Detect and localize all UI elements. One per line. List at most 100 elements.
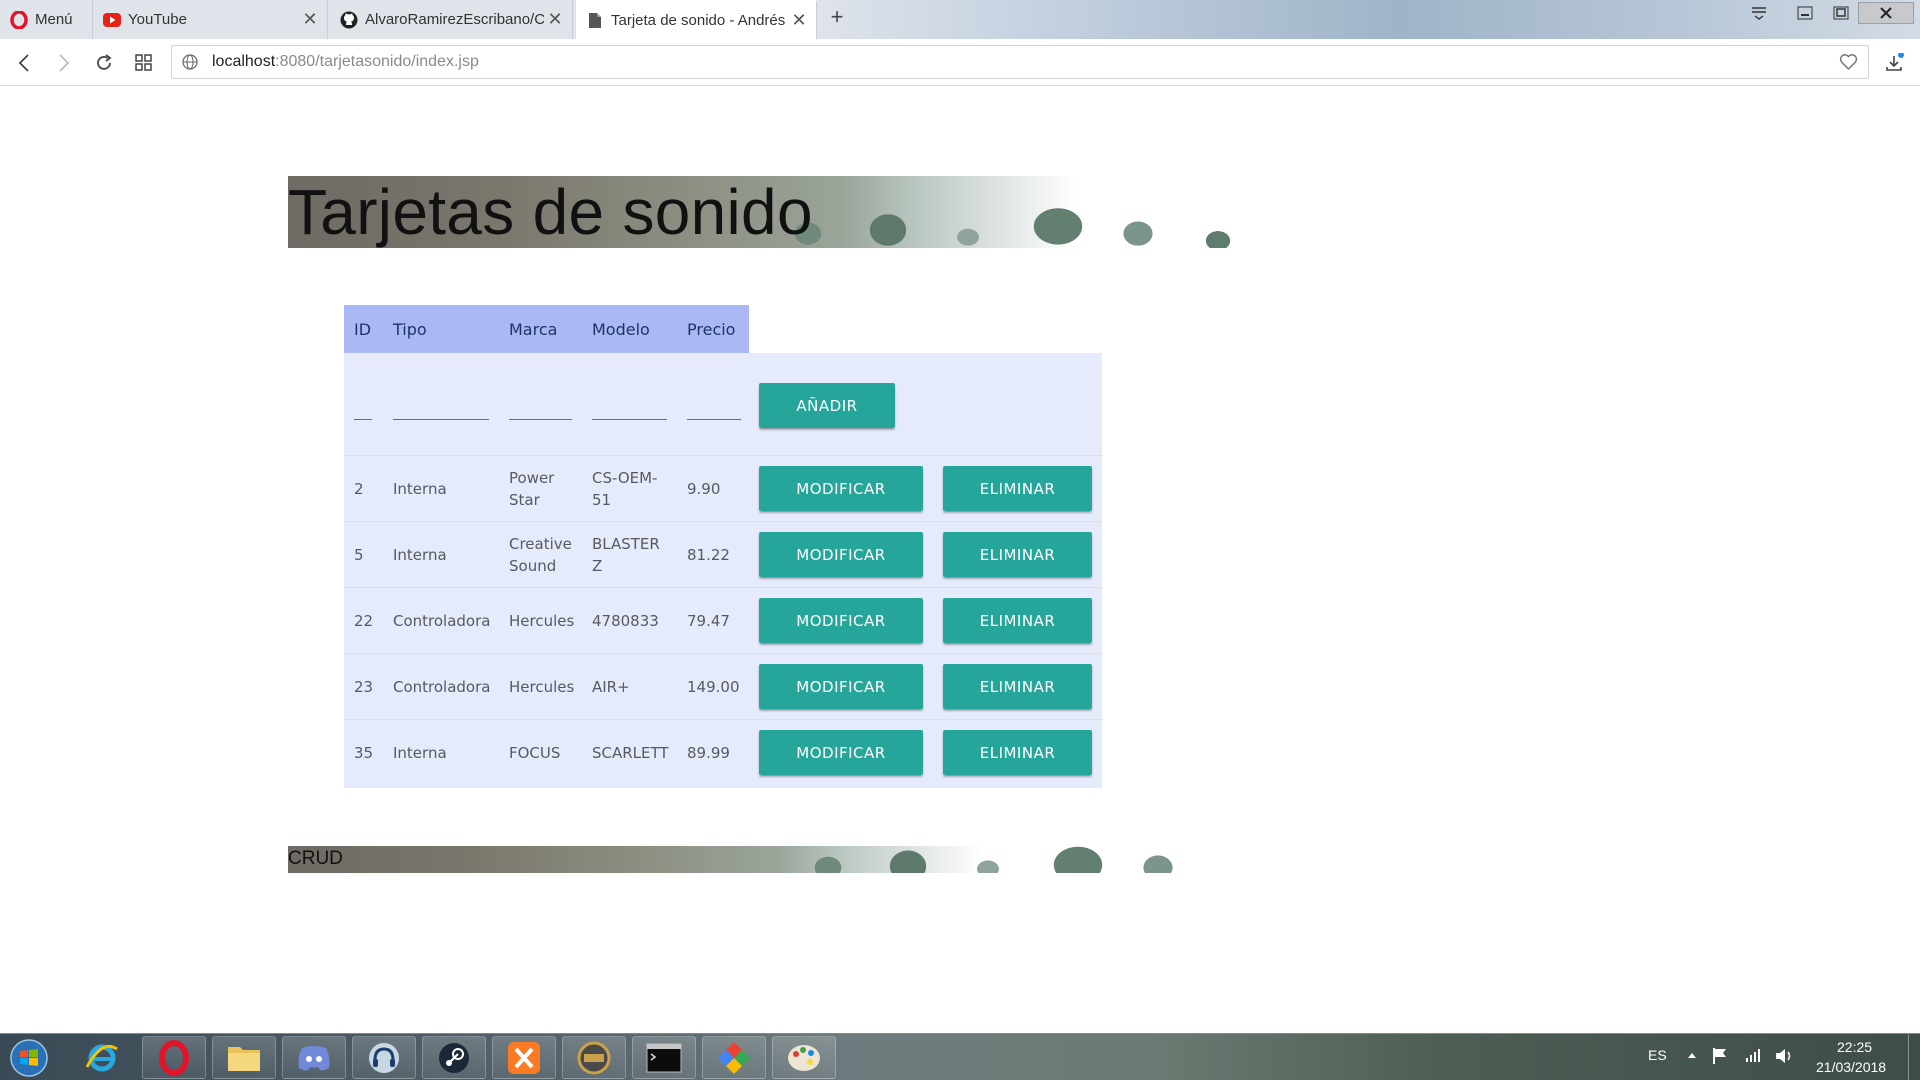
back-button[interactable] — [10, 49, 38, 77]
modify-button[interactable]: MODIFICAR — [759, 532, 923, 577]
speed-dial-icon[interactable] — [130, 49, 158, 77]
tab-title: YouTube — [128, 11, 187, 28]
discord-icon[interactable] — [282, 1036, 346, 1079]
tab-tarjeta-sonido[interactable]: Tarjeta de sonido - Andrés ✕ — [576, 0, 817, 39]
page-title: Tarjetas de sonido — [288, 176, 813, 248]
opera-icon — [10, 10, 28, 29]
cell-tipo: Controladora — [393, 611, 491, 630]
tab-title: Menú — [35, 11, 73, 28]
cell-marca: FOCUS — [509, 744, 561, 762]
delete-button[interactable]: ELIMINAR — [943, 664, 1092, 709]
windows-taskbar: ES 22:25 21/03/2018 — [0, 1033, 1920, 1080]
cell-id: 5 — [354, 545, 364, 564]
cell-tipo: Controladora — [393, 677, 491, 696]
table-row: 35 Interna FOCUS SCARLETT 89.99 MODIFICA… — [344, 720, 1102, 786]
cards-table: ID Tipo Marca Modelo Precio AÑADIR 2 Int… — [344, 305, 1102, 788]
file-explorer-icon[interactable] — [212, 1036, 276, 1079]
header-id: ID — [354, 319, 372, 339]
header-marca: Marca — [509, 319, 558, 339]
cell-id: 2 — [354, 479, 364, 498]
xampp-icon[interactable] — [492, 1036, 556, 1079]
minimize-button[interactable] — [1790, 2, 1820, 24]
cell-modelo: 4780833 — [592, 611, 659, 630]
table-row: 5 Interna Creative Sound BLASTER Z 81.22… — [344, 522, 1102, 587]
precio-input[interactable] — [687, 419, 741, 420]
show-hidden-icons-icon[interactable] — [1686, 1048, 1698, 1066]
forward-button[interactable] — [50, 49, 78, 77]
cell-marca: Power Star — [509, 468, 555, 509]
youtube-icon — [103, 11, 121, 29]
show-desktop-button[interactable] — [1908, 1034, 1920, 1080]
add-button[interactable]: AÑADIR — [759, 383, 895, 428]
github-icon — [340, 11, 358, 29]
url-input[interactable]: localhost:8080/tarjetasonido/index.jsp — [171, 45, 1869, 79]
browser-tab-bar: Menú YouTube ✕ AlvaroRamirezEscribano/C … — [0, 0, 1920, 39]
id-input[interactable] — [354, 419, 372, 420]
internet-explorer-icon[interactable] — [70, 1036, 134, 1079]
cell-precio: 149.00 — [687, 677, 740, 696]
new-tab-button[interactable]: + — [826, 4, 848, 29]
close-window-button[interactable] — [1858, 2, 1914, 24]
delete-button[interactable]: ELIMINAR — [943, 466, 1092, 511]
download-icon[interactable] — [1880, 49, 1908, 77]
windows-start-button[interactable] — [6, 1036, 52, 1079]
table-header: ID Tipo Marca Modelo Precio — [344, 305, 749, 353]
cell-precio: 79.47 — [687, 611, 730, 630]
steam-icon[interactable] — [422, 1036, 486, 1079]
java-ee-ide-icon[interactable] — [562, 1036, 626, 1079]
action-center-flag-icon[interactable] — [1712, 1047, 1728, 1070]
delete-button[interactable]: ELIMINAR — [943, 730, 1092, 775]
reload-button[interactable] — [90, 49, 118, 77]
paint-icon[interactable] — [772, 1036, 836, 1079]
modify-button[interactable]: MODIFICAR — [759, 466, 923, 511]
close-icon[interactable]: ✕ — [544, 9, 566, 30]
tab-title: AlvaroRamirezEscribano/C — [365, 11, 544, 28]
browser-address-bar: localhost:8080/tarjetasonido/index.jsp — [0, 39, 1920, 86]
cell-precio: 89.99 — [687, 744, 730, 762]
cell-id: 23 — [354, 677, 374, 696]
command-prompt-icon[interactable] — [632, 1036, 696, 1079]
cell-modelo: BLASTER Z — [592, 534, 660, 575]
tab-github[interactable]: AlvaroRamirezEscribano/C ✕ — [330, 0, 573, 39]
banner-trees-image — [778, 176, 1298, 248]
cell-marca: Hercules — [509, 677, 575, 696]
cell-tipo: Interna — [393, 545, 447, 564]
delete-button[interactable]: ELIMINAR — [943, 598, 1092, 643]
opera-icon[interactable] — [142, 1036, 206, 1079]
language-indicator[interactable]: ES — [1648, 1047, 1667, 1063]
add-row: AÑADIR — [344, 353, 1102, 455]
modelo-input[interactable] — [592, 419, 667, 420]
heart-icon[interactable] — [1839, 53, 1858, 76]
delete-button[interactable]: ELIMINAR — [943, 532, 1092, 577]
close-icon[interactable]: ✕ — [299, 9, 321, 30]
tipo-input[interactable] — [393, 419, 489, 420]
app-launcher-icon[interactable] — [702, 1036, 766, 1079]
cell-tipo: Interna — [393, 744, 447, 762]
network-icon[interactable] — [1745, 1047, 1761, 1068]
banner-trees-image — [798, 846, 1178, 873]
modify-button[interactable]: MODIFICAR — [759, 664, 923, 709]
header-banner: Tarjetas de sonido — [288, 176, 1298, 248]
header-precio: Precio — [687, 319, 736, 339]
teamspeak-icon[interactable] — [352, 1036, 416, 1079]
table-row: 2 Interna Power Star CS-OEM-51 9.90 MODI… — [344, 456, 1102, 521]
clock-date[interactable]: 21/03/2018 — [1816, 1059, 1886, 1075]
modify-button[interactable]: MODIFICAR — [759, 730, 923, 775]
cell-modelo: AIR+ — [592, 677, 630, 696]
url-host: localhost — [212, 53, 276, 70]
cell-marca: Hercules — [509, 611, 575, 630]
url-path: :8080/tarjetasonido/index.jsp — [275, 53, 479, 70]
clock-time[interactable]: 22:25 — [1837, 1039, 1872, 1055]
cell-modelo: CS-OEM-51 — [592, 468, 658, 509]
table-row: 23 Controladora Hercules AIR+ 149.00 MOD… — [344, 654, 1102, 719]
tab-youtube[interactable]: YouTube ✕ — [93, 0, 328, 39]
volume-icon[interactable] — [1774, 1047, 1794, 1070]
maximize-button[interactable] — [1826, 2, 1856, 24]
footer-banner: CRUD — [288, 846, 1178, 873]
modify-button[interactable]: MODIFICAR — [759, 598, 923, 643]
tab-menu-icon[interactable] — [1748, 2, 1770, 24]
close-icon[interactable]: ✕ — [788, 10, 810, 31]
opera-menu-button[interactable]: Menú — [0, 0, 93, 39]
cell-marca: Creative Sound — [509, 534, 572, 575]
marca-input[interactable] — [509, 419, 572, 420]
